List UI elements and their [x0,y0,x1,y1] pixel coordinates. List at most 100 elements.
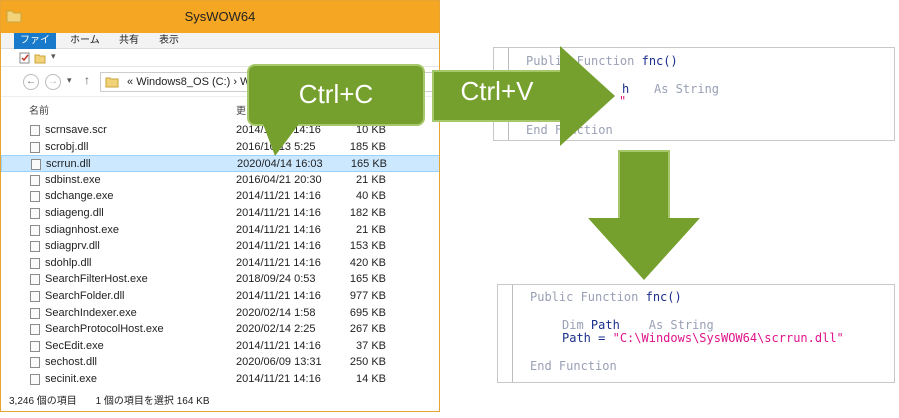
file-size: 250 KB [349,356,386,369]
file-name: sdohlp.dll [45,256,92,269]
code-line-4: End Function [530,359,617,373]
file-row[interactable]: sdiageng.dll 2014/11/21 14:16 182 KB [1,205,439,222]
file-icon [30,257,40,269]
file-date: 2020/02/14 2:25 [236,323,316,336]
file-list: scrnsave.scr 2014/11/21 14:16 10 KB scrobj.… [1,122,439,388]
file-size: 14 KB [356,372,386,385]
ribbon-tabs: ファイル ホーム 共有 表示 [1,33,439,62]
column-name[interactable]: 名前 [29,102,49,117]
file-size: 420 KB [349,256,386,269]
file-row[interactable]: SearchProtocolHost.exe 2020/02/14 2:25 267… [1,321,439,338]
file-name: SearchFolder.dll [45,289,125,302]
address-path: « Windows8_OS (C:) › W [127,76,251,88]
file-size: 21 KB [356,223,386,236]
copy-callout-tail [263,124,299,156]
address-segment-drive[interactable]: Windows8_OS (C:) [136,76,230,88]
file-icon [30,241,40,253]
file-row[interactable]: sdbinst.exe 2016/04/21 20:30 21 KB [1,172,439,189]
file-size: 182 KB [349,206,386,219]
tab-home[interactable]: ホーム [64,33,106,49]
file-size: 977 KB [349,289,386,302]
file-date: 2020/04/14 16:03 [237,158,323,171]
file-date: 2014/11/21 14:16 [236,223,321,236]
selection-info: 1 個の項目を選択 164 KB [95,396,210,407]
down-arrow-body [618,150,670,220]
explorer-window: SysWOW64 ファイル ホーム 共有 表示 ▾ ← → ▾ ↑ « Wind… [0,0,440,412]
paste-arrow: Ctrl+V [432,46,615,146]
code-line-2-type: As String [654,82,719,96]
file-row[interactable]: SearchFolder.dll 2014/11/21 14:16 977 KB [1,288,439,305]
file-row[interactable]: SearchIndexer.exe 2020/02/14 1:58 695 KB [1,305,439,322]
file-icon [30,357,40,369]
code-line-2: Dim Path As String [562,318,714,332]
file-date: 2014/11/21 14:16 [236,289,321,302]
code-operator: = [590,331,613,345]
title-bar[interactable]: SysWOW64 [1,1,439,33]
address-overflow[interactable]: « [127,76,133,88]
file-size: 165 KB [349,273,386,286]
properties-icon[interactable] [19,52,31,64]
code-function-name: fnc() [645,290,682,304]
forward-button[interactable]: → [45,74,61,90]
file-date: 2016/04/21 20:30 [236,173,322,186]
file-icon [30,340,40,352]
paste-label: Ctrl+V [460,76,534,106]
file-date: 2014/11/21 14:16 [236,372,321,385]
back-button[interactable]: ← [23,74,39,90]
code-keyword: As String [648,318,714,332]
file-name: sdbinst.exe [45,173,101,186]
file-name: sdiagprv.dll [45,240,100,253]
code-identifier: Path [562,331,591,345]
file-name: sdiagnhost.exe [45,223,119,236]
new-folder-icon[interactable] [34,52,46,64]
code-keyword: Public Function [530,290,639,304]
column-date[interactable]: 更 [236,102,246,117]
file-row[interactable]: sdohlp.dll 2014/11/21 14:16 420 KB [1,255,439,272]
file-size: 695 KB [349,306,386,319]
file-row[interactable]: SecEdit.exe 2014/11/21 14:16 37 KB [1,338,439,355]
file-icon [30,207,40,219]
code-line-3: Path = "C:\Windows\SysWOW64\scrrun.dll" [562,331,844,345]
file-size: 185 KB [349,140,386,153]
recent-locations-icon[interactable]: ▾ [67,75,72,86]
file-icon [30,373,40,385]
file-row[interactable]: scrrun.dll 2020/04/14 16:03 165 KB [1,155,439,172]
file-icon [30,290,40,302]
item-count: 3,246 個の項目 [9,396,77,407]
file-row[interactable]: secinit.exe 2014/11/21 14:16 14 KB [1,371,439,388]
code-keyword: Dim [562,318,584,332]
file-row[interactable]: scrobj.dll 2016/10/13 5:25 185 KB [1,139,439,156]
file-icon [30,324,40,336]
copy-callout: Ctrl+C [247,64,425,126]
code-string: "C:\Windows\SysWOW64\scrrun.dll" [612,331,844,345]
file-name: scrrun.dll [46,158,91,171]
file-row[interactable]: sdiagprv.dll 2014/11/21 14:16 153 KB [1,238,439,255]
code-keyword: As String [654,82,720,96]
status-bar: 3,246 個の項目 1 個の項目を選択 164 KB [1,393,439,411]
file-name: scrobj.dll [45,140,89,153]
file-size: 165 KB [350,158,387,171]
file-row[interactable]: SearchFilterHost.exe 2018/09/24 0:53 165 K… [1,271,439,288]
file-date: 2014/11/21 14:16 [236,190,321,203]
tab-view[interactable]: 表示 [153,33,185,49]
file-row[interactable]: sdiagnhost.exe 2014/11/21 14:16 21 KB [1,222,439,239]
tab-file[interactable]: ファイル [14,33,56,62]
down-arrow-head [588,218,700,280]
code-line-1: Public Function fnc() [530,290,682,304]
file-row[interactable]: sdchange.exe 2014/11/21 14:16 40 KB [1,188,439,205]
folder-icon [105,77,119,88]
file-name: SearchProtocolHost.exe [45,323,164,336]
qat-dropdown-icon[interactable]: ▾ [51,51,56,62]
file-icon [30,307,40,319]
file-name: sdiageng.dll [45,206,104,219]
file-row[interactable]: sechost.dll 2020/06/09 13:31 250 KB [1,354,439,371]
file-icon [30,191,40,203]
file-icon [30,125,40,136]
file-size: 267 KB [349,323,386,336]
file-name: SearchIndexer.exe [45,306,137,319]
file-size: 21 KB [356,173,386,186]
tab-share[interactable]: 共有 [113,33,145,49]
file-size: 37 KB [356,339,386,352]
address-separator[interactable]: › [233,76,237,88]
up-arrow-icon[interactable]: ↑ [84,73,90,87]
